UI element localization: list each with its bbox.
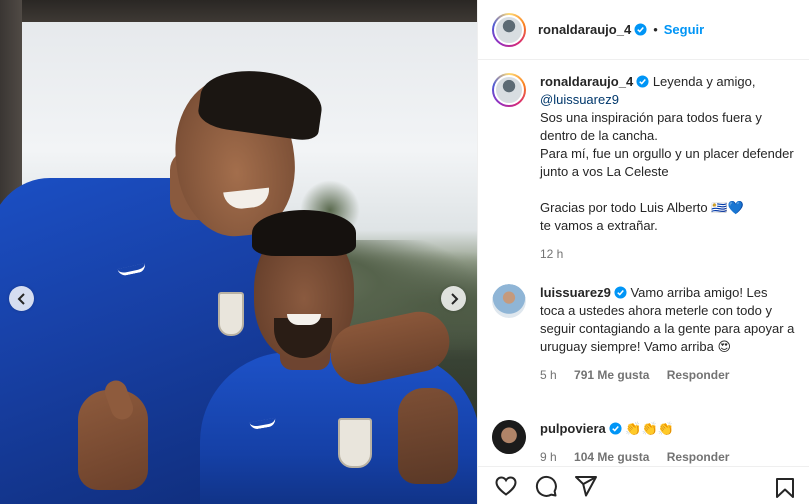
caption-username[interactable]: ronaldaraujo_4 xyxy=(540,74,633,89)
comment-meta: 9 h 104 Me gusta Responder xyxy=(540,448,795,465)
carousel-next-button[interactable] xyxy=(441,286,466,311)
comment-icon[interactable] xyxy=(534,474,558,498)
post-photo[interactable] xyxy=(0,0,477,504)
jersey-crest-right xyxy=(338,418,372,468)
comment-avatar[interactable] xyxy=(492,420,526,454)
caption-line-2: Sos una inspiración para todos fuera y d… xyxy=(540,110,762,143)
comment-reply-button[interactable]: Responder xyxy=(667,450,730,464)
comment-text: 👏👏👏 xyxy=(625,421,674,436)
follow-button[interactable]: Seguir xyxy=(664,22,704,37)
verified-badge-icon xyxy=(614,286,627,299)
comment-username[interactable]: luissuarez9 xyxy=(540,285,611,300)
verified-badge-icon xyxy=(634,23,647,36)
jersey-crest-left xyxy=(218,292,244,336)
share-icon[interactable] xyxy=(574,474,598,498)
post-modal: ronaldaraujo_4 • Seguir ronaldaraujo_4 L… xyxy=(0,0,809,504)
comment-username[interactable]: pulpoviera xyxy=(540,421,606,436)
comment-meta: 5 h 791 Me gusta Responder xyxy=(540,366,795,384)
caption-meta: 12 h xyxy=(540,245,795,263)
comment-body: pulpoviera 👏👏👏 9 h 104 Me gusta Responde… xyxy=(540,420,795,465)
comment-avatar[interactable] xyxy=(492,284,526,318)
comment-item: pulpoviera 👏👏👏 9 h 104 Me gusta Responde… xyxy=(478,420,809,465)
author-username[interactable]: ronaldaraujo_4 xyxy=(538,22,631,37)
caption-body: ronaldaraujo_4 Leyenda y amigo, @luissua… xyxy=(540,73,795,263)
person-right-hair xyxy=(252,210,356,256)
chevron-right-icon xyxy=(450,292,458,305)
caption-line-1: Leyenda y amigo, xyxy=(652,74,756,89)
bookmark-icon[interactable] xyxy=(773,476,797,500)
chevron-left-icon xyxy=(17,292,25,305)
caption-line-5: te vamos a extrañar. xyxy=(540,218,658,233)
comment-reply-button[interactable]: Responder xyxy=(667,368,730,382)
comment-likes[interactable]: 791 Me gusta xyxy=(574,368,649,382)
comment-likes[interactable]: 104 Me gusta xyxy=(574,450,649,464)
verified-badge-icon xyxy=(636,75,649,88)
comment-body: luissuarez9 Vamo arriba amigo! Les toca … xyxy=(540,284,795,384)
caption-mention-link[interactable]: @luissuarez9 xyxy=(540,91,795,109)
caption: ronaldaraujo_4 Leyenda y amigo, @luissua… xyxy=(478,73,809,263)
caption-time[interactable]: 12 h xyxy=(540,247,563,261)
author-avatar[interactable] xyxy=(492,12,526,47)
heart-icon[interactable] xyxy=(494,474,518,498)
post-actions xyxy=(478,466,809,504)
photo-ceiling xyxy=(0,0,477,22)
comment-time[interactable]: 9 h xyxy=(540,450,557,464)
caption-line-4: Gracias por todo Luis Alberto 🇺🇾💙 xyxy=(540,200,744,215)
comment-time[interactable]: 5 h xyxy=(540,368,557,382)
thumbs-up-right xyxy=(398,388,458,484)
header-separator: • xyxy=(653,22,658,37)
verified-badge-icon xyxy=(609,422,622,435)
comment-item: luissuarez9 Vamo arriba amigo! Les toca … xyxy=(478,284,809,384)
caption-line-3: Para mí, fue un orgullo y un placer defe… xyxy=(540,146,794,179)
comments-list[interactable]: ronaldaraujo_4 Leyenda y amigo, @luissua… xyxy=(478,61,809,465)
caption-avatar[interactable] xyxy=(492,73,526,107)
post-side-panel: ronaldaraujo_4 • Seguir ronaldaraujo_4 L… xyxy=(477,0,809,504)
post-header: ronaldaraujo_4 • Seguir xyxy=(478,0,809,60)
carousel-prev-button[interactable] xyxy=(9,286,34,311)
